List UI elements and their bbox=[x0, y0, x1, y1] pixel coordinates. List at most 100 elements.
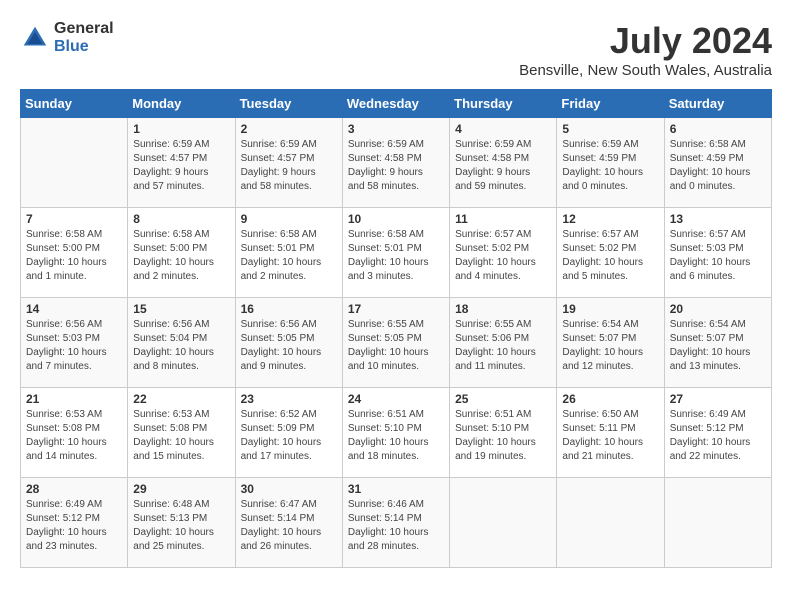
day-number: 16 bbox=[241, 302, 337, 316]
calendar-cell: 14Sunrise: 6:56 AM Sunset: 5:03 PM Dayli… bbox=[21, 298, 128, 388]
day-number: 13 bbox=[670, 212, 766, 226]
calendar-body: 1 Sunrise: 6:59 AM Sunset: 4:57 PM Daylig… bbox=[21, 118, 772, 568]
day-info: Sunrise: 6:58 AM Sunset: 5:01 PM Dayligh… bbox=[348, 228, 444, 284]
day-number: 8 bbox=[133, 212, 229, 226]
day-number: 24 bbox=[348, 392, 444, 406]
day-info: Sunrise: 6:56 AM Sunset: 5:05 PM Dayligh… bbox=[241, 318, 337, 374]
day-number: 26 bbox=[562, 392, 658, 406]
day-info: Sunrise: 6:55 AM Sunset: 5:06 PM Dayligh… bbox=[455, 318, 551, 374]
calendar-cell: 22 Sunrise: 6:53 AM Sunset: 5:08 PM Dayli… bbox=[128, 388, 235, 478]
day-info: Sunrise: 6:46 AM Sunset: 5:14 PM Dayligh… bbox=[348, 498, 444, 554]
day-number: 27 bbox=[670, 392, 766, 406]
day-info: Sunrise: 6:49 AM Sunset: 5:12 PM Dayligh… bbox=[670, 408, 766, 464]
calendar-cell: 15 Sunrise: 6:56 AM Sunset: 5:04 PM Dayli… bbox=[128, 298, 235, 388]
calendar-cell bbox=[557, 478, 664, 568]
header-row: SundayMondayTuesdayWednesdayThursdayFrid… bbox=[21, 90, 772, 118]
calendar-cell: 3 Sunrise: 6:59 AM Sunset: 4:58 PM Daylig… bbox=[342, 118, 449, 208]
page-header: General Blue July 2024 Bensville, New So… bbox=[20, 20, 772, 79]
logo-icon bbox=[20, 23, 50, 53]
day-number: 3 bbox=[348, 122, 444, 136]
calendar-cell: 19 Sunrise: 6:54 AM Sunset: 5:07 PM Dayli… bbox=[557, 298, 664, 388]
day-info: Sunrise: 6:59 AM Sunset: 4:58 PM Dayligh… bbox=[455, 138, 551, 194]
header-day-monday: Monday bbox=[128, 90, 235, 118]
day-number: 12 bbox=[562, 212, 658, 226]
day-info: Sunrise: 6:58 AM Sunset: 4:59 PM Dayligh… bbox=[670, 138, 766, 194]
day-info: Sunrise: 6:57 AM Sunset: 5:02 PM Dayligh… bbox=[455, 228, 551, 284]
month-year-title: July 2024 bbox=[519, 20, 772, 62]
day-number: 2 bbox=[241, 122, 337, 136]
week-row-4: 21Sunrise: 6:53 AM Sunset: 5:08 PM Dayli… bbox=[21, 388, 772, 478]
calendar-cell: 18 Sunrise: 6:55 AM Sunset: 5:06 PM Dayli… bbox=[450, 298, 557, 388]
day-info: Sunrise: 6:59 AM Sunset: 4:57 PM Dayligh… bbox=[133, 138, 229, 194]
location-subtitle: Bensville, New South Wales, Australia bbox=[519, 62, 772, 79]
calendar-cell: 28 Sunrise: 6:49 AM Sunset: 5:12 PM Dayli… bbox=[21, 478, 128, 568]
calendar-cell: 11 Sunrise: 6:57 AM Sunset: 5:02 PM Dayli… bbox=[450, 208, 557, 298]
day-number: 20 bbox=[670, 302, 766, 316]
day-info: Sunrise: 6:49 AM Sunset: 5:12 PM Dayligh… bbox=[26, 498, 122, 554]
day-info: Sunrise: 6:59 AM Sunset: 4:59 PM Dayligh… bbox=[562, 138, 658, 194]
calendar-header: SundayMondayTuesdayWednesdayThursdayFrid… bbox=[21, 90, 772, 118]
calendar-cell: 5 Sunrise: 6:59 AM Sunset: 4:59 PM Daylig… bbox=[557, 118, 664, 208]
logo-text: General Blue bbox=[54, 20, 114, 55]
calendar-cell: 23 Sunrise: 6:52 AM Sunset: 5:09 PM Dayli… bbox=[235, 388, 342, 478]
calendar-cell: 21Sunrise: 6:53 AM Sunset: 5:08 PM Dayli… bbox=[21, 388, 128, 478]
calendar-cell: 17 Sunrise: 6:55 AM Sunset: 5:05 PM Dayli… bbox=[342, 298, 449, 388]
day-info: Sunrise: 6:55 AM Sunset: 5:05 PM Dayligh… bbox=[348, 318, 444, 374]
day-number: 11 bbox=[455, 212, 551, 226]
header-day-tuesday: Tuesday bbox=[235, 90, 342, 118]
calendar-cell: 20 Sunrise: 6:54 AM Sunset: 5:07 PM Dayli… bbox=[664, 298, 771, 388]
day-number: 5 bbox=[562, 122, 658, 136]
day-info: Sunrise: 6:57 AM Sunset: 5:02 PM Dayligh… bbox=[562, 228, 658, 284]
day-number: 7 bbox=[26, 212, 122, 226]
week-row-2: 7 Sunrise: 6:58 AM Sunset: 5:00 PM Daylig… bbox=[21, 208, 772, 298]
day-info: Sunrise: 6:53 AM Sunset: 5:08 PM Dayligh… bbox=[133, 408, 229, 464]
calendar-cell bbox=[450, 478, 557, 568]
day-info: Sunrise: 6:59 AM Sunset: 4:58 PM Dayligh… bbox=[348, 138, 444, 194]
day-info: Sunrise: 6:58 AM Sunset: 5:00 PM Dayligh… bbox=[26, 228, 122, 284]
calendar-cell: 27 Sunrise: 6:49 AM Sunset: 5:12 PM Dayli… bbox=[664, 388, 771, 478]
day-number: 1 bbox=[133, 122, 229, 136]
day-number: 28 bbox=[26, 482, 122, 496]
day-info: Sunrise: 6:47 AM Sunset: 5:14 PM Dayligh… bbox=[241, 498, 337, 554]
title-block: July 2024 Bensville, New South Wales, Au… bbox=[519, 20, 772, 79]
week-row-3: 14Sunrise: 6:56 AM Sunset: 5:03 PM Dayli… bbox=[21, 298, 772, 388]
day-info: Sunrise: 6:50 AM Sunset: 5:11 PM Dayligh… bbox=[562, 408, 658, 464]
calendar-cell: 7 Sunrise: 6:58 AM Sunset: 5:00 PM Daylig… bbox=[21, 208, 128, 298]
calendar-cell: 25Sunrise: 6:51 AM Sunset: 5:10 PM Dayli… bbox=[450, 388, 557, 478]
day-number: 17 bbox=[348, 302, 444, 316]
calendar-cell: 8 Sunrise: 6:58 AM Sunset: 5:00 PM Daylig… bbox=[128, 208, 235, 298]
day-number: 23 bbox=[241, 392, 337, 406]
day-info: Sunrise: 6:52 AM Sunset: 5:09 PM Dayligh… bbox=[241, 408, 337, 464]
day-number: 31 bbox=[348, 482, 444, 496]
calendar-cell: 24Sunrise: 6:51 AM Sunset: 5:10 PM Dayli… bbox=[342, 388, 449, 478]
day-number: 22 bbox=[133, 392, 229, 406]
calendar-cell: 29Sunrise: 6:48 AM Sunset: 5:13 PM Dayli… bbox=[128, 478, 235, 568]
logo-general: General bbox=[54, 20, 114, 38]
header-day-wednesday: Wednesday bbox=[342, 90, 449, 118]
day-number: 15 bbox=[133, 302, 229, 316]
day-number: 19 bbox=[562, 302, 658, 316]
calendar-cell: 1 Sunrise: 6:59 AM Sunset: 4:57 PM Daylig… bbox=[128, 118, 235, 208]
calendar-cell: 10 Sunrise: 6:58 AM Sunset: 5:01 PM Dayli… bbox=[342, 208, 449, 298]
day-info: Sunrise: 6:53 AM Sunset: 5:08 PM Dayligh… bbox=[26, 408, 122, 464]
header-day-thursday: Thursday bbox=[450, 90, 557, 118]
day-number: 10 bbox=[348, 212, 444, 226]
day-number: 18 bbox=[455, 302, 551, 316]
day-info: Sunrise: 6:56 AM Sunset: 5:03 PM Dayligh… bbox=[26, 318, 122, 374]
day-info: Sunrise: 6:54 AM Sunset: 5:07 PM Dayligh… bbox=[562, 318, 658, 374]
calendar-cell: 6Sunrise: 6:58 AM Sunset: 4:59 PM Daylig… bbox=[664, 118, 771, 208]
calendar-cell: 26 Sunrise: 6:50 AM Sunset: 5:11 PM Dayli… bbox=[557, 388, 664, 478]
day-number: 30 bbox=[241, 482, 337, 496]
day-info: Sunrise: 6:57 AM Sunset: 5:03 PM Dayligh… bbox=[670, 228, 766, 284]
day-info: Sunrise: 6:58 AM Sunset: 5:00 PM Dayligh… bbox=[133, 228, 229, 284]
day-info: Sunrise: 6:56 AM Sunset: 5:04 PM Dayligh… bbox=[133, 318, 229, 374]
week-row-1: 1 Sunrise: 6:59 AM Sunset: 4:57 PM Daylig… bbox=[21, 118, 772, 208]
calendar-cell bbox=[664, 478, 771, 568]
day-info: Sunrise: 6:51 AM Sunset: 5:10 PM Dayligh… bbox=[455, 408, 551, 464]
calendar-cell: 2Sunrise: 6:59 AM Sunset: 4:57 PM Daylig… bbox=[235, 118, 342, 208]
header-day-friday: Friday bbox=[557, 90, 664, 118]
day-info: Sunrise: 6:54 AM Sunset: 5:07 PM Dayligh… bbox=[670, 318, 766, 374]
day-number: 29 bbox=[133, 482, 229, 496]
logo-blue: Blue bbox=[54, 38, 114, 56]
calendar-cell: 13 Sunrise: 6:57 AM Sunset: 5:03 PM Dayli… bbox=[664, 208, 771, 298]
